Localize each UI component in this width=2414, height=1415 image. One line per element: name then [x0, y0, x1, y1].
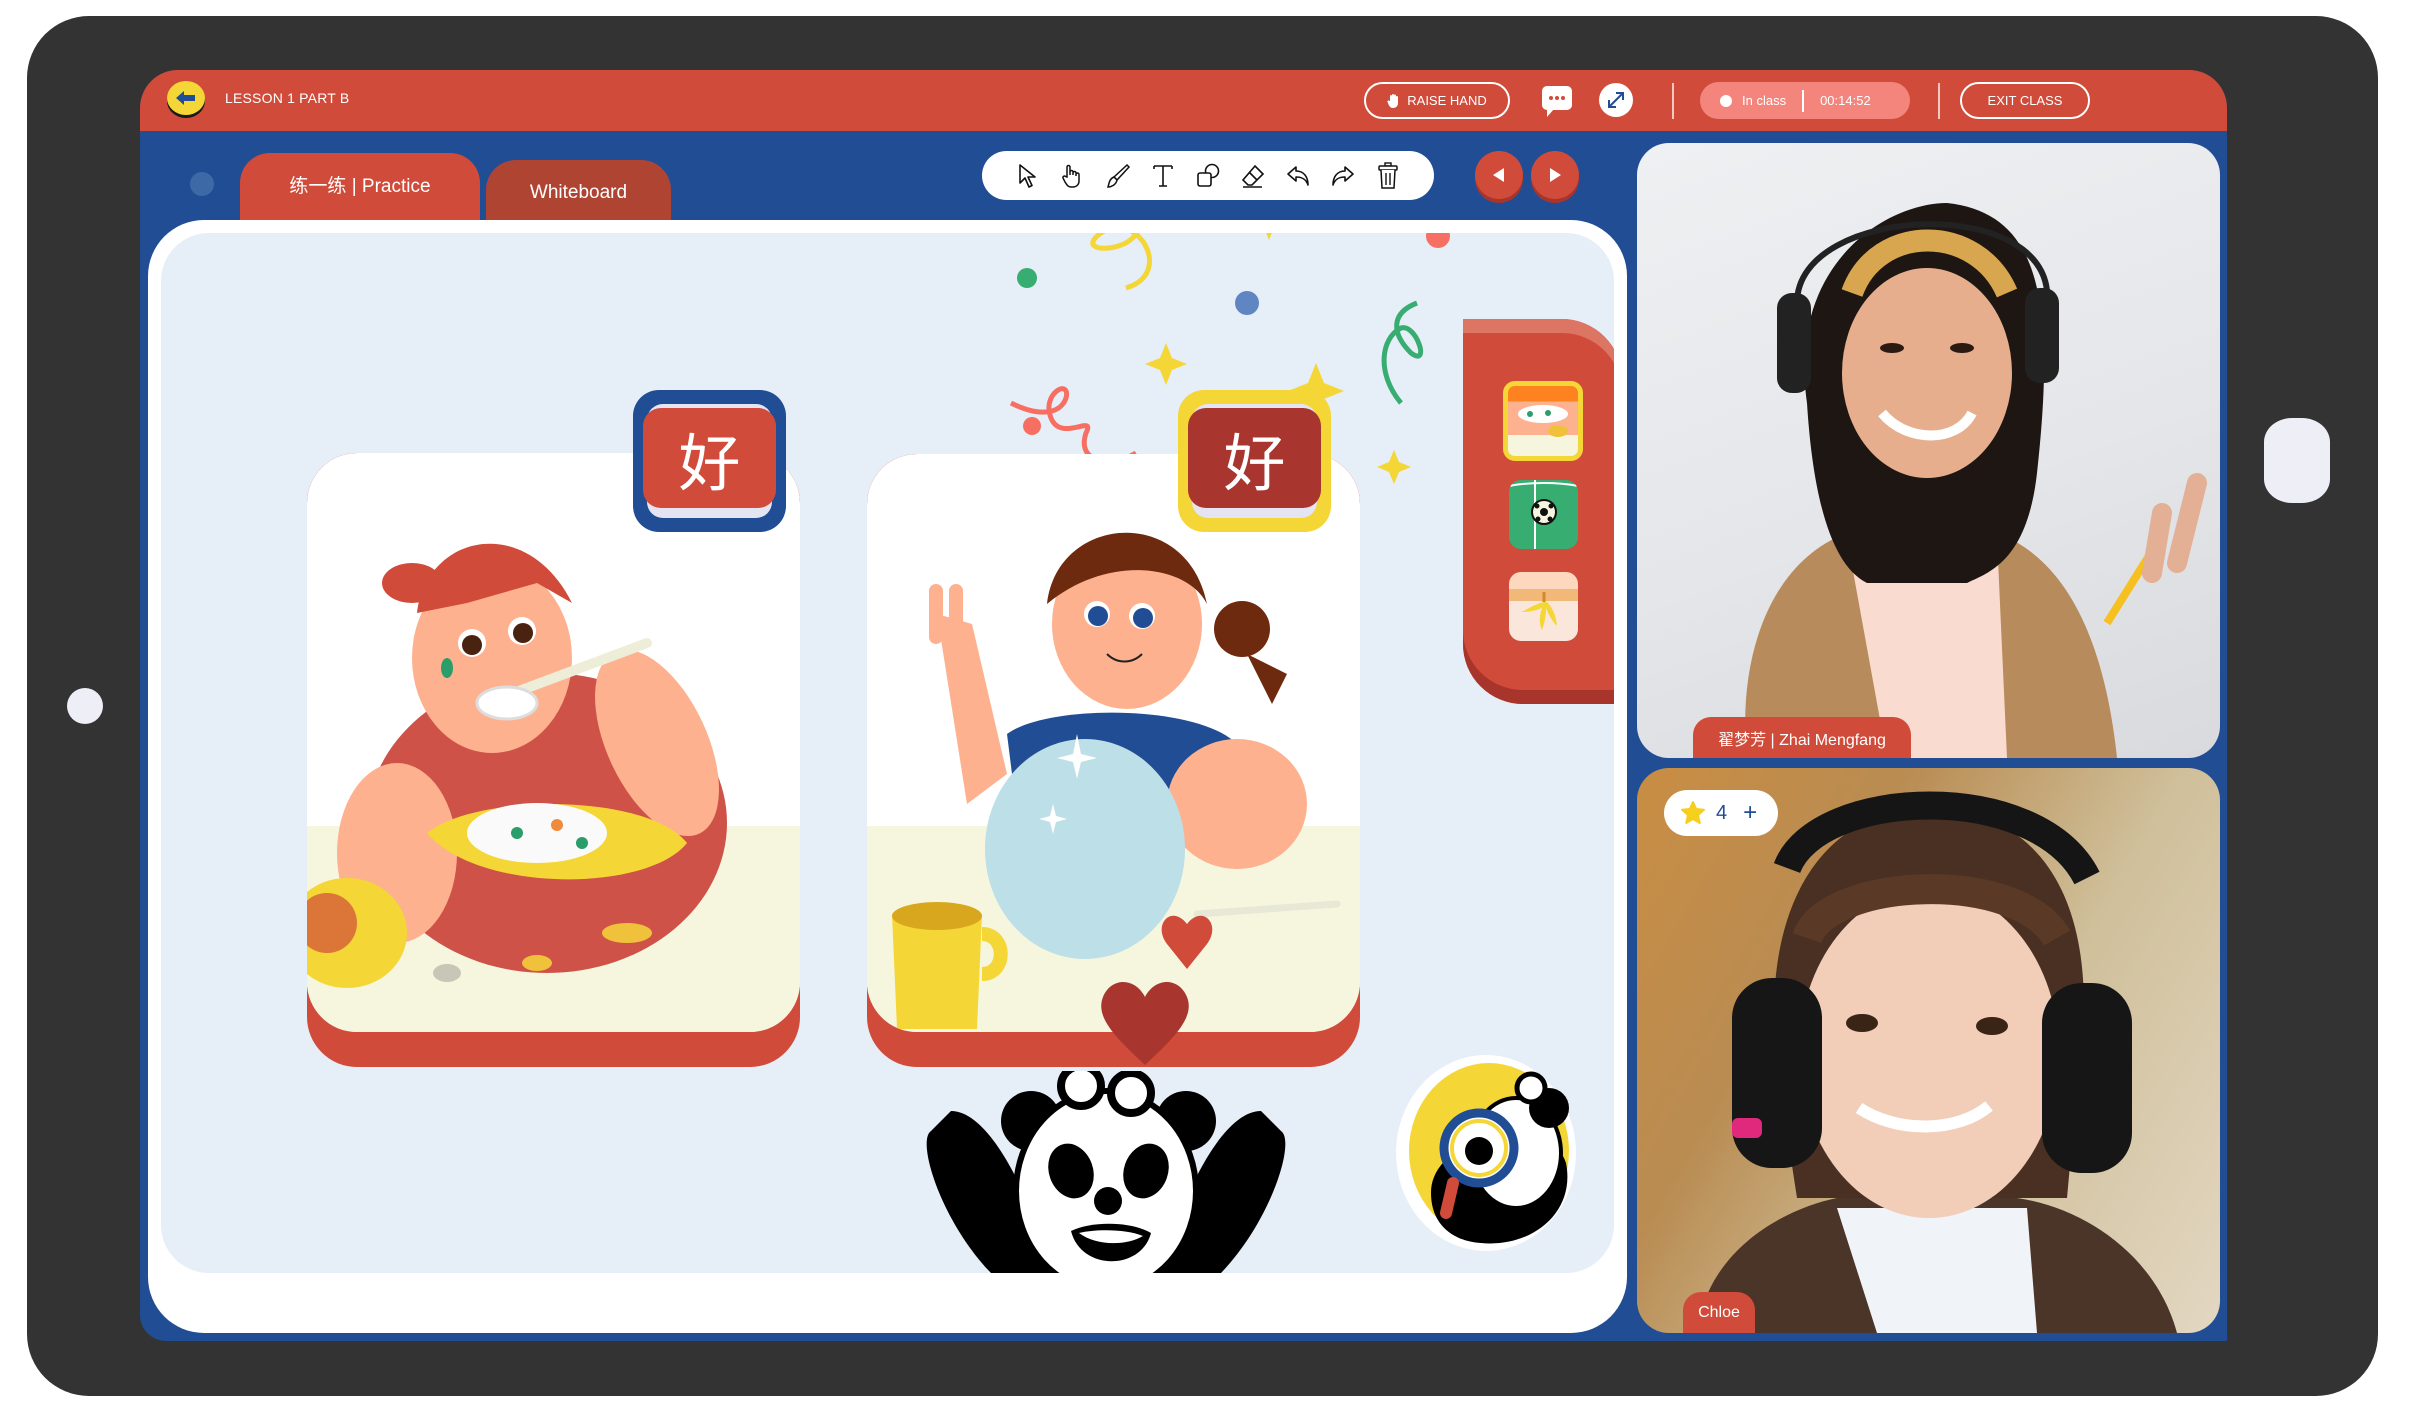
eraser-icon — [1241, 164, 1265, 188]
triangle-left-icon — [1493, 168, 1504, 182]
lesson-board: 好 好 — [148, 220, 1627, 1333]
boy-eating-illustration — [307, 543, 727, 988]
hand-pan-icon — [1062, 164, 1080, 188]
text-tool[interactable] — [1147, 160, 1179, 192]
header-divider — [1672, 83, 1674, 119]
tab-practice[interactable]: 练一练 | Practice — [240, 153, 480, 225]
exit-class-button[interactable]: EXIT CLASS — [1960, 82, 2090, 119]
eraser-tool[interactable] — [1237, 160, 1269, 192]
star-icon — [1681, 801, 1705, 824]
raise-hand-button[interactable]: RAISE HAND — [1364, 82, 1510, 119]
soccer-ball-icon — [1509, 480, 1578, 549]
banana-peel-icon — [1521, 592, 1557, 630]
tab-whiteboard[interactable]: Whiteboard — [486, 160, 671, 225]
text-icon — [1153, 164, 1173, 187]
confetti-ribbon — [1381, 300, 1423, 405]
student-star-counter: 4 + — [1664, 790, 1778, 836]
lesson-title: LESSON 1 PART B — [225, 90, 350, 106]
expand-icon — [1608, 92, 1624, 108]
sparkle — [1377, 450, 1411, 484]
tablet-home-button[interactable] — [2264, 418, 2330, 503]
confetti-dot — [1426, 233, 1450, 248]
pointer-icon — [1019, 163, 1036, 188]
sparkle — [1266, 233, 1272, 240]
teacher-name-tag: 翟梦芳 | Zhai Mengfang — [1693, 717, 1911, 758]
confetti-dot — [1235, 291, 1259, 315]
heart-icon — [1101, 982, 1189, 1065]
status-label: In class — [1742, 93, 1787, 108]
character-badge-frame: 好 — [633, 390, 786, 532]
confetti-dot — [1017, 268, 1037, 288]
shapes-icon — [1197, 163, 1220, 187]
drawing-toolbar — [982, 151, 1434, 200]
hand-tool[interactable] — [1057, 160, 1089, 192]
pointer-tool[interactable] — [1012, 160, 1044, 192]
sparkle — [1145, 343, 1187, 385]
card-face — [307, 453, 800, 1032]
thumbnail-food-bowl[interactable] — [1503, 381, 1583, 461]
student-name-tag: Chloe — [1683, 1292, 1755, 1333]
lesson-canvas[interactable]: 好 好 — [161, 233, 1614, 1273]
panda-mascot-cheering — [926, 1071, 1286, 1273]
back-button[interactable] — [167, 81, 205, 115]
raise-hand-label: RAISE HAND — [1407, 93, 1487, 108]
trash-icon — [1378, 161, 1398, 189]
character-badge-frame: 好 — [1178, 390, 1331, 532]
previous-slide-button[interactable] — [1475, 151, 1523, 199]
brush-icon — [1106, 163, 1131, 188]
header-divider — [1938, 83, 1940, 119]
back-arrow-icon — [176, 91, 195, 105]
next-slide-button[interactable] — [1531, 151, 1579, 199]
vocab-card-2[interactable] — [867, 454, 1360, 1067]
student-video-tile[interactable]: 4 + Chloe — [1637, 768, 2220, 1333]
chat-button[interactable] — [1541, 85, 1575, 119]
brush-tool[interactable] — [1102, 160, 1134, 192]
decorative-dot — [190, 172, 214, 196]
character-badge[interactable]: 好 — [643, 408, 776, 508]
thumbnail-soccer[interactable] — [1509, 480, 1578, 549]
confetti-dot — [1023, 417, 1041, 435]
star-count: 4 — [1716, 801, 1728, 824]
slide-thumbnail-panel — [1463, 319, 1614, 704]
triangle-right-icon — [1550, 168, 1561, 182]
class-timer: 00:14:52 — [1820, 93, 1871, 108]
fullscreen-button[interactable] — [1599, 83, 1633, 117]
add-star-button[interactable]: + — [1743, 799, 1757, 827]
status-dot-icon — [1720, 94, 1732, 107]
confetti-ribbon — [1090, 233, 1152, 291]
teacher-video-feed — [1745, 203, 2207, 758]
girl-plate-illustration — [892, 532, 1341, 1029]
classroom-app: LESSON 1 PART B RAISE HAND In class 00:1… — [140, 70, 2227, 1341]
redo-button[interactable] — [1327, 160, 1359, 192]
hand-icon — [1387, 93, 1399, 108]
shape-tool[interactable] — [1192, 160, 1224, 192]
panda-mascot-magnifier — [1396, 1055, 1576, 1251]
undo-icon — [1287, 165, 1309, 186]
student-video-feed — [1697, 791, 2177, 1333]
thumbnail-banana[interactable] — [1509, 572, 1578, 641]
food-bowl-icon — [1518, 405, 1568, 437]
header-bar: LESSON 1 PART B RAISE HAND In class 00:1… — [140, 70, 2227, 131]
status-separator — [1802, 89, 1805, 112]
vocab-card-1[interactable] — [307, 453, 800, 1067]
card-face — [867, 454, 1360, 1032]
undo-button[interactable] — [1282, 160, 1314, 192]
tablet-camera — [67, 688, 103, 724]
chat-icon — [1542, 86, 1572, 117]
class-status-pill: In class 00:14:52 — [1700, 82, 1910, 119]
teacher-video-tile[interactable]: 翟梦芳 | Zhai Mengfang — [1637, 143, 2220, 758]
character-badge[interactable]: 好 — [1188, 408, 1321, 508]
redo-icon — [1332, 165, 1354, 186]
delete-button[interactable] — [1372, 160, 1404, 192]
